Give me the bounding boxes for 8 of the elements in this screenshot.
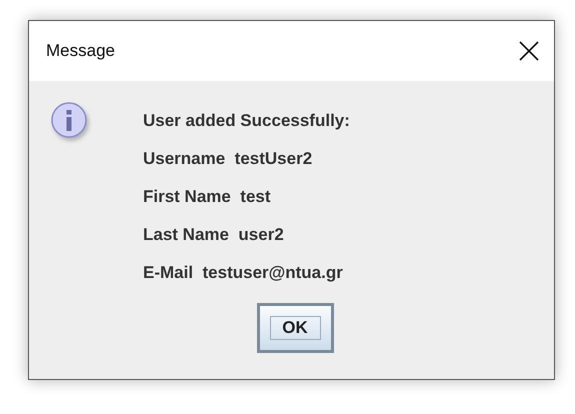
message-text: First Name test bbox=[143, 186, 272, 208]
message-text: Last Name user2 bbox=[143, 224, 285, 246]
ok-button[interactable]: OK bbox=[256, 303, 334, 353]
message-text: Username testUser2 bbox=[143, 148, 314, 170]
message-text: E-Mail testuser@ntua.gr bbox=[143, 262, 344, 284]
close-icon[interactable] bbox=[519, 41, 539, 61]
window-title: Message bbox=[46, 41, 115, 61]
message-text: User added Successfully: bbox=[143, 110, 350, 132]
